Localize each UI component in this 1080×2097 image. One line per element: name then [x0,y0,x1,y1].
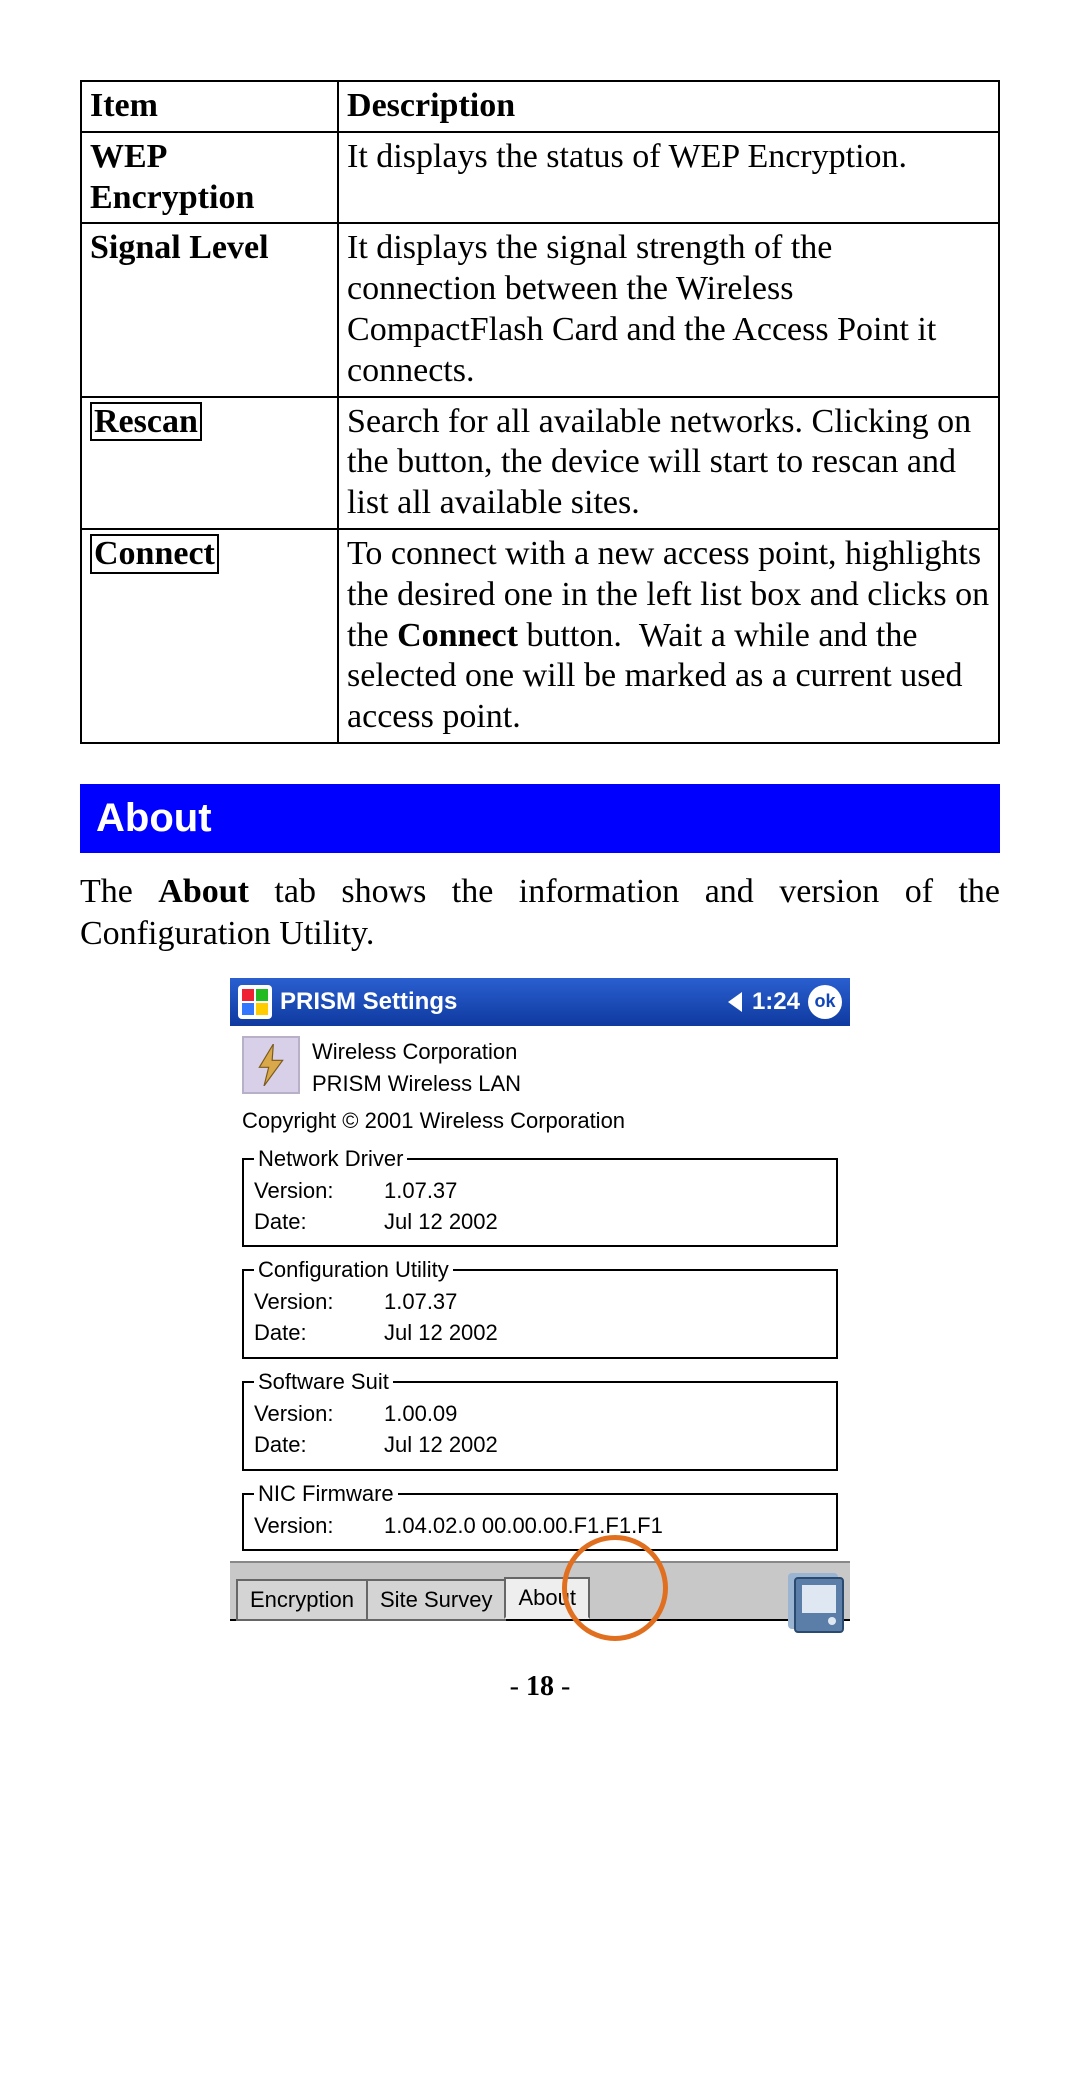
window-titlebar: PRISM Settings 1:24 ok [230,978,850,1026]
copyright-text: Copyright © 2001 Wireless Corporation [242,1108,838,1134]
about-screenshot: PRISM Settings 1:24 ok Wireless Corporat… [230,978,850,1621]
info-key: Version: [254,1399,364,1430]
volume-icon[interactable] [728,992,742,1012]
ok-button[interactable]: ok [808,985,842,1019]
info-row: Version: 1.00.09 [254,1399,826,1430]
start-icon[interactable] [238,985,272,1019]
info-group: Software Suit Version: 1.00.09 Date: Jul 12 … [242,1369,838,1471]
group-legend: Network Driver [254,1146,407,1172]
group-legend: Software Suit [254,1369,393,1395]
about-paragraph: The About tab shows the information and … [80,871,1000,956]
info-value: 1.04.02.0 00.00.00.F1.F1.F1 [384,1511,663,1542]
info-group: NIC Firmware Version: 1.04.02.0 00.00.00.F… [242,1481,838,1552]
info-key: Version: [254,1176,364,1207]
table-desc-cell: Search for all available networks. Click… [338,397,999,529]
tab-encryption[interactable]: Encryption [236,1579,368,1621]
th-item: Item [81,81,338,132]
tab-about[interactable]: About [504,1577,590,1619]
clock[interactable]: 1:24 [752,988,800,1016]
info-value: Jul 12 2002 [384,1430,498,1461]
table-desc-cell: To connect with a new access point, high… [338,529,999,743]
info-row: Date: Jul 12 2002 [254,1207,826,1238]
info-key: Date: [254,1207,364,1238]
group-legend: Configuration Utility [254,1257,453,1283]
info-value: Jul 12 2002 [384,1318,498,1349]
product-icon [242,1036,300,1094]
info-value: 1.07.37 [384,1176,457,1207]
group-legend: NIC Firmware [254,1481,398,1507]
info-value: 1.00.09 [384,1399,457,1430]
info-value: Jul 12 2002 [384,1207,498,1238]
info-key: Version: [254,1511,364,1542]
tab-site-survey[interactable]: Site Survey [366,1579,507,1621]
product-name: PRISM Wireless LAN [312,1068,521,1100]
info-group: Network Driver Version: 1.07.37 Date: Jul 12… [242,1146,838,1248]
th-description: Description [338,81,999,132]
table-desc-cell: It displays the status of WEP Encryption… [338,132,999,224]
table-item-cell: WEPEncryption [81,132,338,224]
sip-keyboard-icon[interactable] [794,1577,844,1633]
section-heading-about: About [80,784,1000,853]
info-row: Date: Jul 12 2002 [254,1318,826,1349]
info-key: Version: [254,1287,364,1318]
info-row: Version: 1.07.37 [254,1287,826,1318]
info-key: Date: [254,1430,364,1461]
info-row: Version: 1.07.37 [254,1176,826,1207]
table-desc-cell: It displays the signal strength of the c… [338,223,999,396]
company-name: Wireless Corporation [312,1036,521,1068]
page-footer: - 18 - [80,1671,1000,1703]
info-row: Version: 1.04.02.0 00.00.00.F1.F1.F1 [254,1511,826,1542]
table-item-cell: Connect [81,529,338,743]
info-group: Configuration UtilityVersion:1.07.37Date… [242,1257,838,1359]
table-item-cell: Rescan [81,397,338,529]
description-table: Item Description WEPEncryptionIt display… [80,80,1000,744]
tab-bar: EncryptionSite SurveyAbout [230,1561,850,1619]
window-title: PRISM Settings [280,988,457,1016]
info-row: Date: Jul 12 2002 [254,1430,826,1461]
table-item-cell: Signal Level [81,223,338,396]
info-value: 1.07.37 [384,1287,457,1318]
info-key: Date: [254,1318,364,1349]
